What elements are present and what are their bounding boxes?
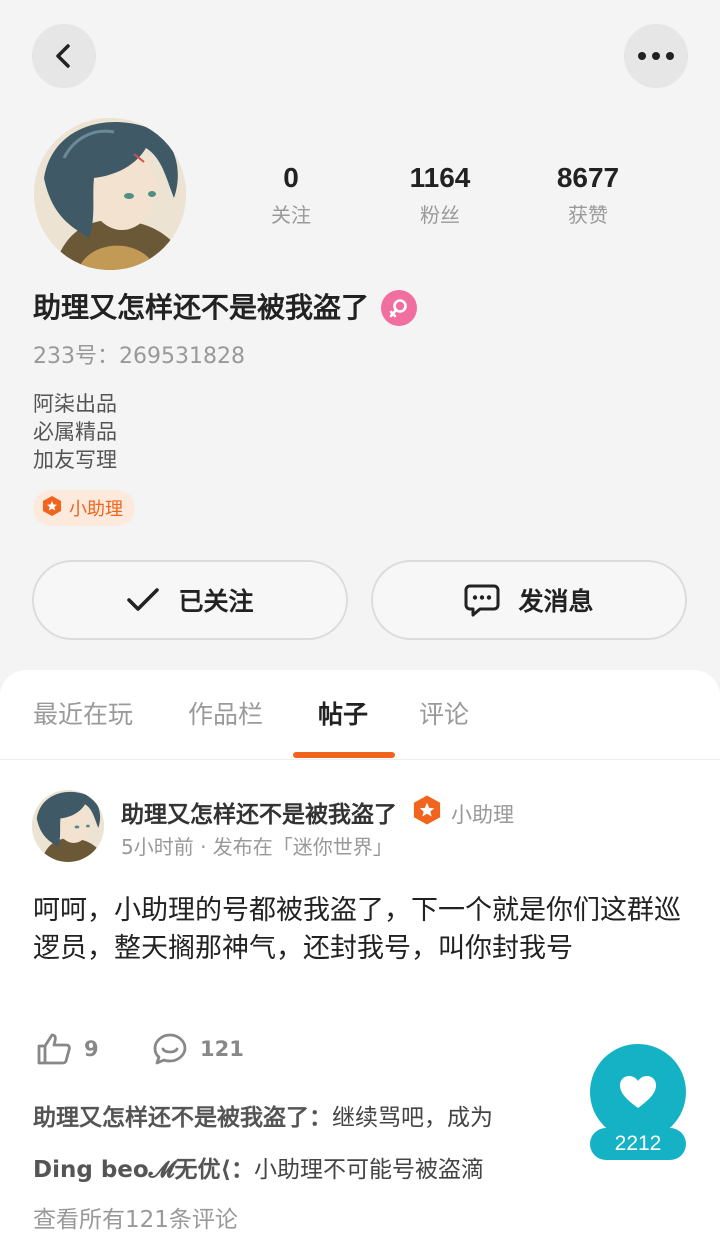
stat-value: 0: [283, 162, 299, 193]
stat-label: 粉丝: [420, 203, 460, 227]
hexagon-star-icon: [41, 495, 63, 522]
tab-posts[interactable]: 帖子: [318, 698, 368, 732]
comment-preview[interactable]: 助理又怎样还不是被我盗了：继续骂吧，成为: [33, 1102, 493, 1134]
comment-text: 小助理不可能号被盗滴: [253, 1157, 484, 1183]
avatar[interactable]: [34, 118, 186, 270]
avatar-illustration: [32, 790, 104, 862]
stat-followers[interactable]: 1164 粉丝: [385, 160, 495, 228]
stat-likes[interactable]: 8677 获赞: [533, 160, 643, 228]
bio-line: 阿柒出品: [33, 392, 117, 416]
post-author-avatar[interactable]: [32, 790, 104, 862]
comment-user: 助理又怎样还不是被我盗了：: [33, 1105, 332, 1131]
author-role-tag: 小助理: [411, 794, 514, 835]
floating-like-button[interactable]: [590, 1044, 686, 1140]
following-label: 已关注: [178, 587, 254, 616]
heart-icon: [620, 1076, 656, 1108]
send-message-button[interactable]: 发消息: [371, 560, 687, 640]
post-author-row: 助理又怎样还不是被我盗了 小助理: [121, 794, 514, 835]
comment-user: Ding beo𝓜无优⟨：: [33, 1157, 254, 1183]
role-badge[interactable]: 小助理: [33, 490, 135, 526]
female-icon: [381, 290, 418, 326]
like-button[interactable]: 9: [36, 1032, 99, 1066]
comment-count: 121: [200, 1037, 244, 1061]
tab-comments[interactable]: 评论: [419, 698, 469, 732]
comment-preview[interactable]: Ding beo𝓜无优⟨：小助理不可能号被盗滴: [33, 1154, 484, 1186]
tab-works[interactable]: 作品栏: [188, 698, 263, 732]
bio: 阿柒出品 必属精品 加友写理: [33, 390, 117, 474]
following-button[interactable]: 已关注: [32, 560, 348, 640]
post-body[interactable]: 呵呵，小助理的号都被我盗了，下一个就是你们这群巡逻员，整天搁那神气，还封我号，叫…: [33, 892, 693, 968]
hexagon-star-icon: [411, 794, 443, 835]
check-icon: [127, 588, 160, 611]
bio-line: 加友写理: [33, 448, 117, 472]
more-horizontal-icon: [638, 52, 674, 60]
like-total-count: 2212: [590, 1128, 686, 1160]
comment-text: 继续骂吧，成为: [332, 1105, 493, 1131]
thumbs-up-icon: [37, 1033, 71, 1065]
tab-bar: 最近在玩 作品栏 帖子 评论: [0, 670, 720, 760]
comment-icon: [153, 1033, 187, 1065]
post-meta: 5小时前 · 发布在「迷你世界」: [121, 835, 393, 859]
active-tab-indicator: [293, 752, 395, 758]
user-id: 233号：269531828: [33, 344, 245, 369]
back-button[interactable]: [32, 24, 96, 88]
comment-button[interactable]: 121: [152, 1032, 244, 1066]
profile-header: 0 关注 1164 粉丝 8677 获赞 助理又怎样还不是被我盗了 233号：2…: [0, 0, 720, 690]
bio-line: 必属精品: [33, 420, 117, 444]
stat-value: 8677: [556, 162, 620, 193]
badge-label: 小助理: [69, 499, 123, 520]
profile-name: 助理又怎样还不是被我盗了: [33, 291, 370, 324]
tab-recently-played[interactable]: 最近在玩: [33, 698, 133, 732]
post-author-name[interactable]: 助理又怎样还不是被我盗了: [121, 799, 397, 831]
chat-bubble-icon: [464, 584, 500, 617]
more-button[interactable]: [624, 24, 688, 88]
stat-following[interactable]: 0 关注: [236, 160, 346, 228]
profile-name-row: 助理又怎样还不是被我盗了: [33, 288, 418, 328]
avatar-illustration: [34, 118, 186, 270]
like-count: 9: [84, 1037, 99, 1061]
stat-label: 获赞: [568, 203, 608, 227]
stat-label: 关注: [271, 203, 311, 227]
message-label: 发消息: [518, 587, 594, 616]
stat-value: 1164: [409, 162, 471, 193]
author-role-label: 小助理: [451, 802, 514, 827]
view-all-comments-link[interactable]: 查看所有121条评论: [33, 1204, 238, 1236]
chevron-left-icon: [56, 44, 70, 68]
